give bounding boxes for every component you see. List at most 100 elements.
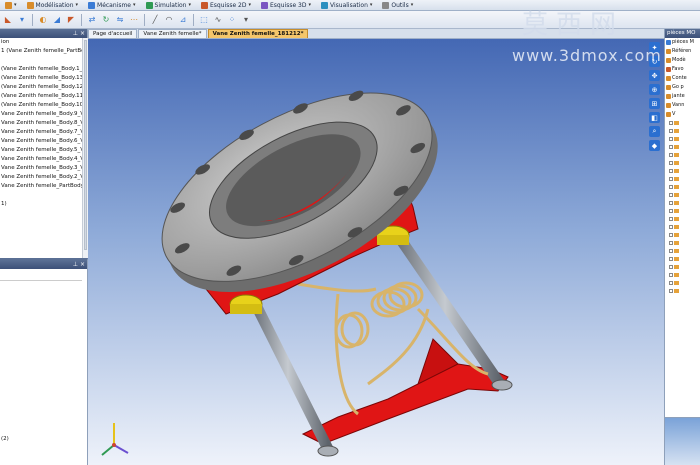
extrude-icon[interactable]: ◣: [2, 14, 14, 26]
expand-icon[interactable]: [669, 121, 673, 125]
tab-home-page[interactable]: Page d'accueil: [88, 29, 138, 38]
tree-item[interactable]: (Vane Zenith femelle_Body.10_Va: [0, 101, 87, 110]
tree-item[interactable]: 1 (Vane Zenith femelle_PartBody: [0, 47, 87, 56]
rotate-icon[interactable]: ↻: [100, 14, 112, 26]
render-cube-icon[interactable]: ◆: [649, 140, 660, 151]
library-subfolder[interactable]: [665, 119, 700, 127]
tree-item[interactable]: (Vane Zenith femelle_Body.13_Va: [0, 74, 87, 83]
tree-item[interactable]: Vane Zenith femelle_Body.8_Van: [0, 119, 87, 128]
tab-esquisse-3d[interactable]: Esquisse 3D ▾: [256, 0, 316, 11]
expand-icon[interactable]: [669, 249, 673, 253]
sketch-arc-icon[interactable]: ◠: [163, 14, 175, 26]
expand-icon[interactable]: [669, 273, 673, 277]
tree-item[interactable]: Vane Zenith femelle_Body.3_Van: [0, 164, 87, 173]
expand-icon[interactable]: [669, 145, 673, 149]
tree-item[interactable]: Vane Zenith femelle_Body.2_Van: [0, 173, 87, 182]
expand-icon[interactable]: [669, 225, 673, 229]
tree-item[interactable]: [0, 56, 87, 65]
more-tools-icon[interactable]: ▾: [240, 14, 252, 26]
zoom-window-icon[interactable]: ⊕: [649, 84, 660, 95]
chevron-down-icon[interactable]: ▾: [14, 2, 17, 8]
tree-item[interactable]: Vane Zenith femelle_Body.4_Van: [0, 155, 87, 164]
expand-icon[interactable]: [669, 185, 673, 189]
tree-item[interactable]: Vane Zenith femelle_Body.6_Van: [0, 137, 87, 146]
library-subfolder[interactable]: [665, 191, 700, 199]
library-subfolder[interactable]: [665, 207, 700, 215]
fillet-icon[interactable]: ◢: [51, 14, 63, 26]
tab-esquisse-2d[interactable]: Esquisse 2D ▾: [196, 0, 256, 11]
curve-icon[interactable]: ∿: [212, 14, 224, 26]
library-subfolder[interactable]: [665, 263, 700, 271]
tab-visualisation[interactable]: Visualisation ▾: [316, 0, 377, 11]
pattern-icon[interactable]: ⋯: [128, 14, 140, 26]
library-subfolder[interactable]: [665, 167, 700, 175]
expand-icon[interactable]: [669, 257, 673, 261]
view-orientation-icon[interactable]: ⊞: [649, 98, 660, 109]
library-item[interactable]: V: [665, 110, 700, 119]
library-subfolder[interactable]: [665, 231, 700, 239]
close-icon[interactable]: ×: [80, 261, 85, 268]
library-item[interactable]: Référen: [665, 47, 700, 56]
expand-icon[interactable]: [669, 241, 673, 245]
display-mode-icon[interactable]: ◧: [649, 112, 660, 123]
revolve-icon[interactable]: ◐: [37, 14, 49, 26]
library-subfolder[interactable]: [665, 199, 700, 207]
sketch-line-icon[interactable]: ╱: [149, 14, 161, 26]
library-subfolder[interactable]: [665, 175, 700, 183]
tree-item[interactable]: ion: [0, 38, 87, 47]
tree-item[interactable]: (Vane Zenith femelle_Body.12_Va: [0, 83, 87, 92]
tab-outils[interactable]: Outils ▾: [377, 0, 418, 11]
library-subfolder[interactable]: [665, 159, 700, 167]
expand-icon[interactable]: [669, 281, 673, 285]
library-subfolder[interactable]: [665, 279, 700, 287]
move-icon[interactable]: ⇄: [86, 14, 98, 26]
tab-document-vane-zenith[interactable]: Vane Zenith femelle*: [138, 29, 207, 38]
library-subfolder[interactable]: [665, 255, 700, 263]
library-subfolder[interactable]: [665, 287, 700, 295]
expand-icon[interactable]: [669, 129, 673, 133]
tab-mecanisme[interactable]: Mécanisme ▾: [83, 0, 141, 11]
expand-icon[interactable]: [669, 177, 673, 181]
library-subfolder[interactable]: [665, 239, 700, 247]
library-item[interactable]: Vann: [665, 101, 700, 110]
tree-item[interactable]: (Vane Zenith femelle_Body.11_Va: [0, 92, 87, 101]
tree-item[interactable]: Vane Zenith femelle_Body.5_Van: [0, 146, 87, 155]
expand-icon[interactable]: [669, 265, 673, 269]
zoom-icon[interactable]: ⌕: [649, 126, 660, 137]
library-subfolder[interactable]: [665, 135, 700, 143]
library-subfolder[interactable]: [665, 271, 700, 279]
tree-item[interactable]: Vane Zenith femelle_Body.7_Van: [0, 128, 87, 137]
expand-icon[interactable]: [669, 137, 673, 141]
point-icon[interactable]: ⁘: [226, 14, 238, 26]
arrow-down-icon[interactable]: ▾: [16, 14, 28, 26]
app-menu-icon[interactable]: [5, 1, 12, 9]
library-item[interactable]: Modè: [665, 56, 700, 65]
chamfer-icon[interactable]: ◤: [65, 14, 77, 26]
library-item[interactable]: Favo: [665, 65, 700, 74]
library-item[interactable]: Go p: [665, 83, 700, 92]
close-icon[interactable]: ×: [80, 30, 85, 37]
library-item[interactable]: Conte: [665, 74, 700, 83]
expand-icon[interactable]: [669, 161, 673, 165]
expand-icon[interactable]: [669, 153, 673, 157]
library-subfolder[interactable]: [665, 215, 700, 223]
expand-icon[interactable]: [669, 193, 673, 197]
library-subfolder[interactable]: [665, 127, 700, 135]
library-subfolder[interactable]: [665, 143, 700, 151]
3d-viewport[interactable]: [88, 39, 664, 465]
expand-icon[interactable]: [669, 209, 673, 213]
expand-icon[interactable]: [669, 201, 673, 205]
tab-simulation[interactable]: Simulation ▾: [141, 0, 196, 11]
expand-icon[interactable]: [669, 289, 673, 293]
pan-icon[interactable]: ✥: [649, 70, 660, 81]
library-item[interactable]: jante: [665, 92, 700, 101]
tree-item[interactable]: (Vane Zenith femelle_Body.1_Cir: [0, 65, 87, 74]
quick-access-toolbar[interactable]: ▾: [0, 0, 22, 11]
library-subfolder[interactable]: [665, 151, 700, 159]
tab-modelisation[interactable]: Modélisation ▾: [22, 0, 84, 11]
library-subfolder[interactable]: [665, 223, 700, 231]
dimension-icon[interactable]: ⊿: [177, 14, 189, 26]
tab-document-vane-zenith-181212[interactable]: Vane Zenith femelle_181212*: [207, 29, 309, 38]
tree-item[interactable]: Vane Zenith femelle_Body.9_Van: [0, 110, 87, 119]
expand-icon[interactable]: [669, 169, 673, 173]
